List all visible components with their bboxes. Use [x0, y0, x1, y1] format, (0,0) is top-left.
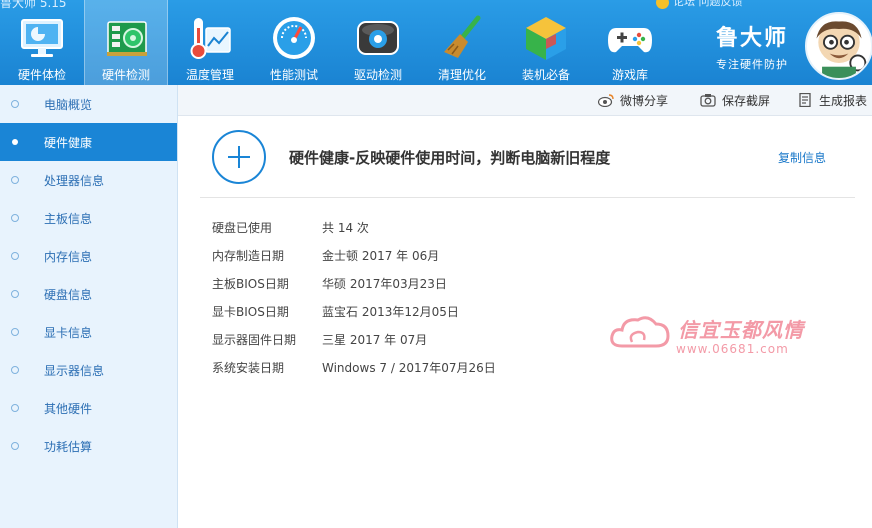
tool-game-library[interactable]: 游戏库	[588, 0, 672, 85]
info-key: 内存制造日期	[212, 249, 285, 263]
broom-icon	[444, 15, 481, 58]
sidebar-item-overview[interactable]: 电脑概览	[0, 85, 177, 123]
bullet-icon	[12, 139, 18, 145]
sidebar-item-hardware-health[interactable]: 硬件健康	[0, 123, 177, 161]
tool-label: 驱动检测	[353, 68, 402, 82]
tool-essentials[interactable]: 装机必备	[504, 0, 588, 85]
info-key: 显示器固件日期	[212, 333, 297, 347]
info-value: 蓝宝石 2013年12月05日	[322, 305, 459, 319]
info-key: 硬盘已使用	[212, 221, 273, 235]
info-key: 主板BIOS日期	[212, 277, 289, 291]
watermark-url: www.06681.com	[676, 342, 789, 356]
tool-hardware-detect[interactable]: 硬件检测	[84, 0, 168, 85]
sidebar-item-label: 内存信息	[44, 250, 93, 264]
tool-label: 温度管理	[185, 68, 234, 82]
generate-report-button[interactable]: 生成报表	[797, 92, 867, 109]
divider	[200, 197, 855, 198]
gamepad-icon	[608, 28, 652, 53]
bullet-icon	[11, 366, 19, 374]
info-value: 共 14 次	[322, 221, 369, 235]
page-title: 硬件健康-反映硬件使用时间，判断电脑新旧程度	[289, 149, 611, 167]
cube-icon	[526, 17, 566, 60]
mascot-icon	[816, 21, 867, 78]
bullet-icon	[11, 176, 19, 184]
sidebar-item-graphics[interactable]: 显卡信息	[0, 313, 177, 351]
sidebar-item-processor[interactable]: 处理器信息	[0, 161, 177, 199]
brand-name: 鲁大师	[716, 26, 789, 51]
avatar[interactable]	[805, 12, 872, 80]
driver-gear-icon	[357, 21, 399, 55]
report-icon	[799, 93, 811, 107]
sidebar-item-display[interactable]: 显示器信息	[0, 351, 177, 389]
watermark: 信宜玉都风情 www.06681.com	[608, 312, 818, 358]
tool-label: 游戏库	[611, 68, 648, 82]
thermometer-icon	[190, 18, 231, 59]
tool-temperature[interactable]: 温度管理	[168, 0, 252, 85]
info-key: 显卡BIOS日期	[212, 305, 289, 319]
watermark-title: 信宜玉都风情	[678, 318, 804, 342]
info-value: 华硕 2017年03月23日	[322, 277, 447, 291]
sidebar-item-label: 硬件健康	[44, 136, 93, 150]
sidebar-item-label: 电脑概览	[44, 98, 93, 112]
sidebar-item-label: 显示器信息	[44, 364, 105, 378]
sidebar-item-other-hardware[interactable]: 其他硬件	[0, 389, 177, 427]
tool-label: 清理优化	[437, 68, 486, 82]
action-bar: 微博分享 保存截屏 生成报表	[178, 85, 872, 116]
tool-label: 硬件体检	[17, 68, 66, 82]
sidebar-item-label: 功耗估算	[44, 440, 93, 454]
sidebar-item-label: 硬盘信息	[44, 288, 93, 302]
generate-report-label: 生成报表	[819, 94, 868, 108]
tool-label: 性能测试	[269, 68, 318, 82]
bullet-icon	[11, 442, 19, 450]
brand-tagline: 专注硬件防护	[716, 58, 788, 71]
sidebar-item-motherboard[interactable]: 主板信息	[0, 199, 177, 237]
weibo-icon	[598, 94, 614, 107]
sidebar-item-disk[interactable]: 硬盘信息	[0, 275, 177, 313]
tool-performance[interactable]: 性能测试	[252, 0, 336, 85]
tool-label: 装机必备	[521, 68, 570, 82]
info-value: 金士顿 2017 年 06月	[322, 249, 440, 263]
sidebar-item-memory[interactable]: 内存信息	[0, 237, 177, 275]
info-key: 系统安装日期	[212, 361, 285, 375]
cloud-logo-icon	[610, 316, 670, 348]
monitor-icon	[21, 19, 63, 57]
tool-driver[interactable]: 驱动检测	[336, 0, 420, 85]
top-toolbar: 鲁大师 5.15 论坛 问题反馈 硬件体检 硬件检测 温度管理 性能测试 驱动检…	[0, 0, 872, 85]
weibo-share-button[interactable]: 微博分享	[598, 92, 668, 109]
sidebar-item-power-estimate[interactable]: 功耗估算	[0, 427, 177, 465]
copy-info-link[interactable]: 复制信息	[778, 149, 826, 166]
bullet-icon	[11, 252, 19, 260]
tool-cleanup[interactable]: 清理优化	[420, 0, 504, 85]
sidebar: 电脑概览 硬件健康 处理器信息 主板信息 内存信息 硬盘信息 显卡信息 显示器信…	[0, 85, 178, 528]
save-screenshot-label: 保存截屏	[722, 94, 771, 108]
plus-icon	[212, 130, 266, 184]
bullet-icon	[11, 214, 19, 222]
brand: 鲁大师 专注硬件防护	[716, 20, 788, 72]
weibo-share-label: 微博分享	[620, 94, 669, 108]
info-value: 三星 2017 年 07月	[322, 333, 428, 347]
bullet-icon	[11, 404, 19, 412]
circuit-board-icon	[107, 21, 147, 56]
top-links-text[interactable]: 论坛 问题反馈	[673, 0, 743, 8]
sidebar-item-label: 显卡信息	[44, 326, 93, 340]
bullet-icon	[11, 328, 19, 336]
info-value: Windows 7 / 2017年07月26日	[322, 361, 496, 375]
camera-icon	[700, 94, 716, 107]
save-screenshot-button[interactable]: 保存截屏	[700, 92, 770, 109]
tool-label: 硬件检测	[101, 68, 150, 82]
sidebar-item-label: 主板信息	[44, 212, 93, 226]
tool-hardware-checkup[interactable]: 硬件体检	[0, 0, 84, 85]
bullet-icon	[11, 290, 19, 298]
speedometer-icon	[273, 17, 315, 59]
sidebar-item-label: 处理器信息	[44, 174, 105, 188]
bullet-icon	[11, 100, 19, 108]
sidebar-item-label: 其他硬件	[44, 402, 93, 416]
